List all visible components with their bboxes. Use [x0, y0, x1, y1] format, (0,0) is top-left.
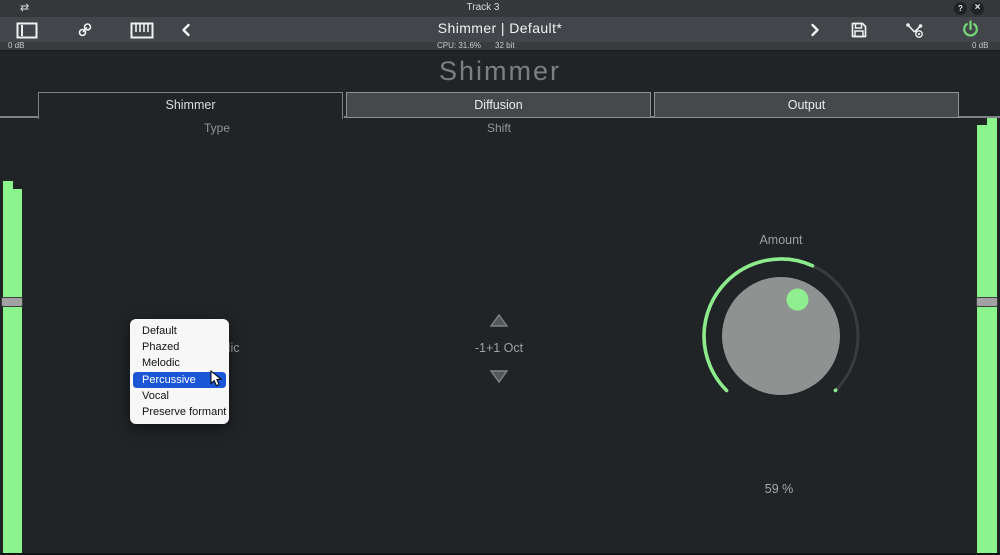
- save-preset-icon[interactable]: [850, 21, 868, 44]
- tab-output[interactable]: Output: [654, 92, 959, 118]
- shift-down-button[interactable]: [489, 369, 509, 389]
- input-gain-label: 0 dB: [8, 42, 24, 50]
- help-button[interactable]: ?: [954, 2, 967, 15]
- modulation-nodes-icon[interactable]: [905, 22, 927, 44]
- close-button[interactable]: ×: [971, 2, 984, 15]
- amount-label: Amount: [681, 233, 881, 247]
- menu-item-default[interactable]: Default: [130, 323, 229, 339]
- divider: [0, 50, 1000, 51]
- menu-item-phazed[interactable]: Phazed: [130, 339, 229, 355]
- bit-depth-label: 32 bit: [495, 42, 515, 50]
- amount-knob-body[interactable]: [722, 277, 840, 395]
- menu-item-preserve-formant[interactable]: Preserve formant: [130, 404, 229, 420]
- input-gain-fader-handle[interactable]: [1, 297, 23, 307]
- tab-diffusion[interactable]: Diffusion: [346, 92, 651, 118]
- mouse-cursor: [210, 370, 224, 392]
- shift-section-label: Shift: [399, 121, 599, 135]
- plugin-window: ⇄ Track 3 ? × Shimmer | Default*: [0, 0, 1000, 555]
- output-gain-label: 0 dB: [972, 42, 988, 50]
- shift-value[interactable]: -1+1 Oct: [399, 341, 599, 355]
- plugin-name-title: Shimmer: [0, 56, 1000, 87]
- track-title: Track 3: [0, 2, 966, 13]
- amount-value[interactable]: 59 %: [679, 482, 879, 496]
- output-meter-left-channel: [977, 125, 987, 553]
- type-section-label: Type: [117, 121, 317, 135]
- cpu-usage-label: CPU: 31.6%: [437, 42, 481, 50]
- output-meter-right-channel: [987, 118, 997, 553]
- output-gain-fader-handle[interactable]: [976, 297, 998, 307]
- input-meter-right-channel: [13, 189, 22, 553]
- input-meter-left-channel: [3, 181, 13, 553]
- next-preset-chevron-icon[interactable]: [809, 23, 821, 42]
- shift-up-button[interactable]: [489, 313, 509, 333]
- tab-shimmer[interactable]: Shimmer: [38, 92, 343, 119]
- amount-knob[interactable]: [696, 251, 866, 426]
- tab-strip-line: [0, 116, 40, 118]
